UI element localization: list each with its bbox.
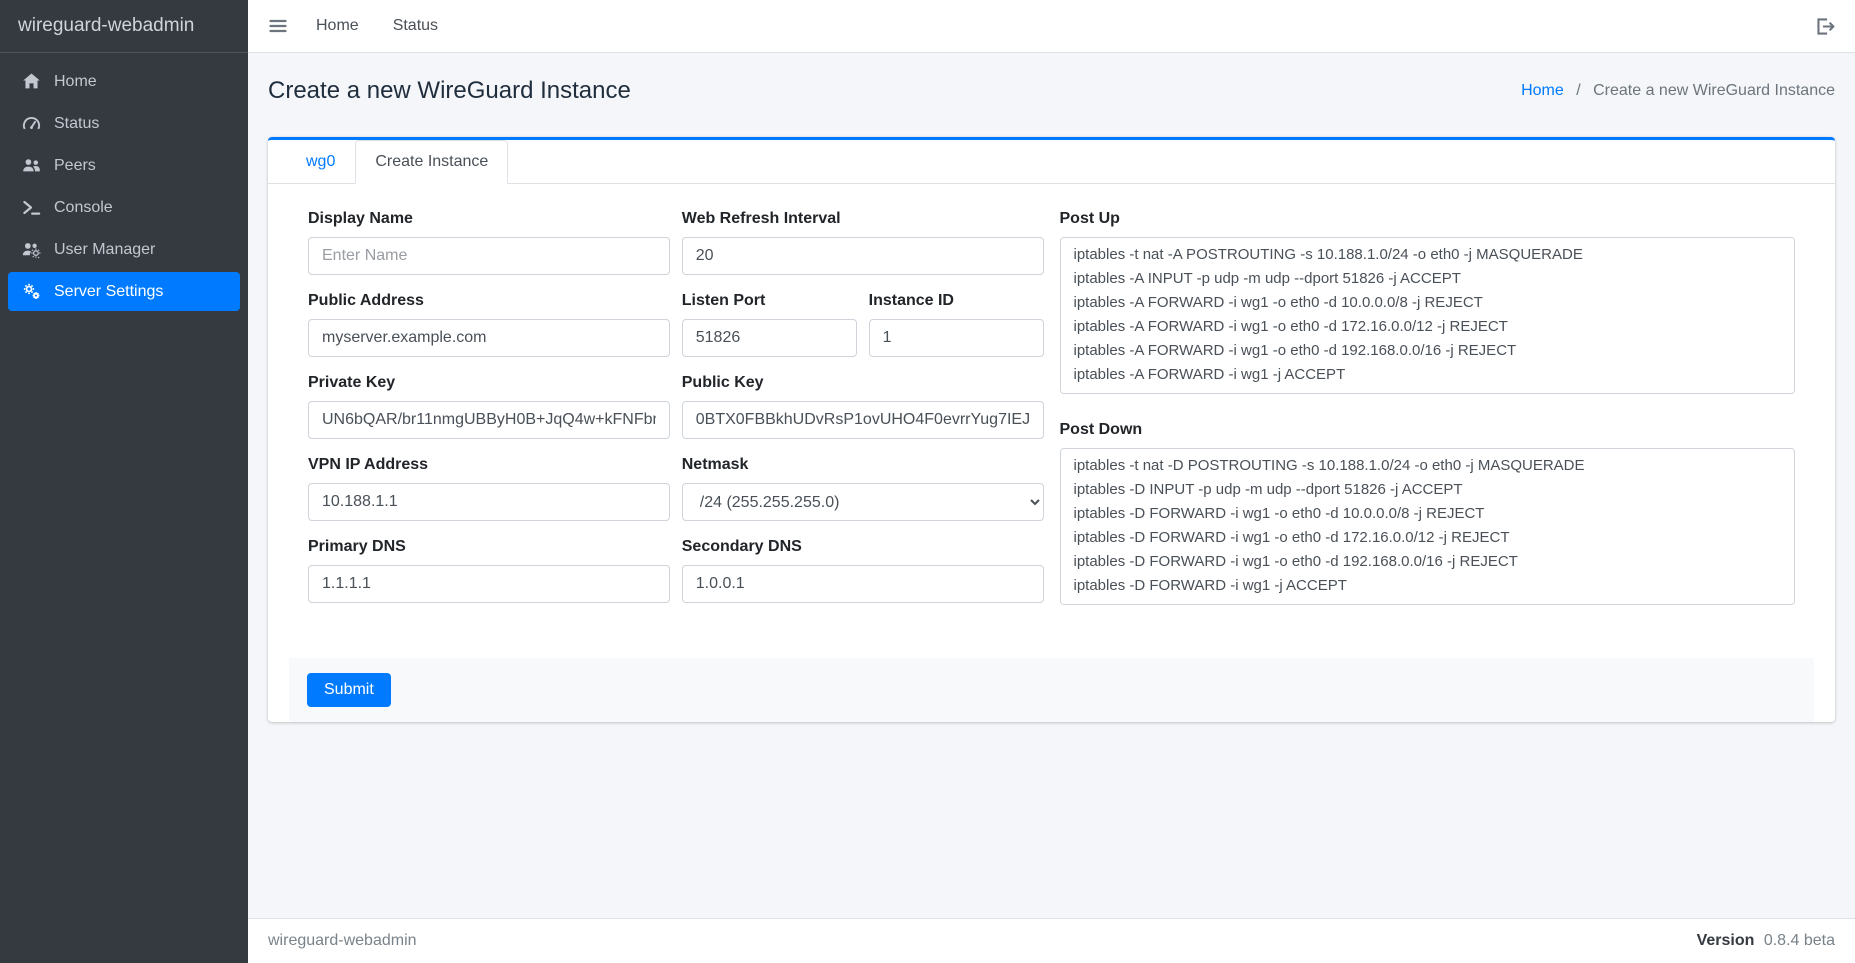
home-icon (18, 72, 44, 91)
tab-create-instance[interactable]: Create Instance (355, 140, 508, 184)
public-address-label: Public Address (308, 292, 670, 310)
private-key-label: Private Key (308, 374, 670, 392)
sidebar-item-home[interactable]: Home (8, 62, 240, 101)
instance-id-label: Instance ID (869, 292, 1044, 310)
breadcrumb-home-link[interactable]: Home (1521, 82, 1564, 99)
private-key-group: Private Key (308, 374, 670, 439)
form-right: Post Up iptables -t nat -A POSTROUTING -… (1060, 210, 1796, 632)
secondary-dns-input[interactable] (682, 565, 1044, 603)
sidebar-item-peers[interactable]: Peers (8, 146, 240, 185)
server-settings-icon (18, 282, 44, 301)
public-address-input[interactable] (308, 319, 670, 357)
vpn-ip-group: VPN IP Address (308, 456, 670, 521)
breadcrumb-separator: / (1576, 82, 1580, 99)
vpn-ip-label: VPN IP Address (308, 456, 670, 474)
listen-port-label: Listen Port (682, 292, 857, 310)
public-key-label: Public Key (682, 374, 1044, 392)
page-title: Create a new WireGuard Instance (268, 77, 631, 105)
hamburger-icon (268, 16, 288, 36)
primary-dns-label: Primary DNS (308, 538, 670, 556)
content-header: Create a new WireGuard Instance Home / C… (248, 53, 1855, 115)
footer-version-value: 0.8.4 beta (1764, 932, 1835, 949)
sign-out-icon (1814, 16, 1835, 37)
sidebar-item-label: Console (54, 199, 113, 217)
post-down-group: Post Down iptables -t nat -D POSTROUTING… (1060, 421, 1796, 610)
app-root: wireguard-webadmin Home Status Peers (0, 0, 1855, 963)
netmask-select[interactable]: /24 (255.255.255.0) (682, 483, 1044, 521)
sidebar-item-label: Status (54, 115, 99, 133)
status-icon (18, 114, 44, 133)
instance-card: wg0 Create Instance Display Name Web (268, 137, 1835, 722)
peers-icon (18, 156, 44, 175)
display-name-group: Display Name (308, 210, 670, 275)
post-down-textarea[interactable]: iptables -t nat -D POSTROUTING -s 10.188… (1060, 448, 1796, 605)
logout-button[interactable] (1814, 16, 1835, 37)
footer-app-name: wireguard-webadmin (268, 932, 417, 950)
brand-link[interactable]: wireguard-webadmin (0, 0, 248, 53)
tab-wg0[interactable]: wg0 (286, 140, 355, 184)
sidebar-item-label: Server Settings (54, 283, 163, 301)
web-refresh-input[interactable] (682, 237, 1044, 275)
breadcrumb-current: Create a new WireGuard Instance (1593, 82, 1835, 99)
sidebar-item-label: User Manager (54, 241, 155, 259)
main-column: Home Status Create a new WireGuard Insta… (248, 0, 1855, 963)
sidebar-toggle-button[interactable] (268, 16, 288, 36)
sidebar-item-user-manager[interactable]: User Manager (8, 230, 240, 269)
vpn-ip-input[interactable] (308, 483, 670, 521)
netmask-label: Netmask (682, 456, 1044, 474)
submit-button[interactable]: Submit (307, 673, 391, 707)
primary-dns-group: Primary DNS (308, 538, 670, 603)
form-footer: Submit (289, 658, 1814, 722)
public-key-input[interactable] (682, 401, 1044, 439)
content-wrapper: Create a new WireGuard Instance Home / C… (248, 53, 1855, 918)
instance-id-group: Instance ID (869, 292, 1044, 357)
post-up-label: Post Up (1060, 210, 1796, 228)
primary-dns-input[interactable] (308, 565, 670, 603)
instance-tabs: wg0 Create Instance (268, 140, 1835, 184)
top-navbar: Home Status (248, 0, 1855, 53)
web-refresh-group: Web Refresh Interval (682, 210, 1044, 275)
instance-form: Display Name Web Refresh Interval Public… (268, 184, 1835, 658)
display-name-input[interactable] (308, 237, 670, 275)
user-manager-icon (18, 240, 44, 259)
listen-port-group: Listen Port (682, 292, 857, 357)
form-left: Display Name Web Refresh Interval Public… (308, 210, 1044, 632)
web-refresh-label: Web Refresh Interval (682, 210, 1044, 228)
post-up-group: Post Up iptables -t nat -A POSTROUTING -… (1060, 210, 1796, 399)
listen-port-input[interactable] (682, 319, 857, 357)
sidebar-item-label: Peers (54, 157, 96, 175)
public-key-group: Public Key (682, 374, 1044, 439)
post-down-label: Post Down (1060, 421, 1796, 439)
public-address-group: Public Address (308, 292, 670, 357)
netmask-group: Netmask /24 (255.255.255.0) (682, 456, 1044, 521)
console-icon (18, 198, 44, 217)
secondary-dns-group: Secondary DNS (682, 538, 1044, 603)
port-instance-row: Listen Port Instance ID (682, 292, 1044, 374)
private-key-input[interactable] (308, 401, 670, 439)
secondary-dns-label: Secondary DNS (682, 538, 1044, 556)
sidebar-item-console[interactable]: Console (8, 188, 240, 227)
post-up-textarea[interactable]: iptables -t nat -A POSTROUTING -s 10.188… (1060, 237, 1796, 394)
sidebar-nav: Home Status Peers Console (0, 53, 248, 323)
breadcrumb: Home / Create a new WireGuard Instance (1521, 82, 1835, 100)
topnav-link-home[interactable]: Home (316, 17, 359, 35)
footer-version: Version 0.8.4 beta (1697, 932, 1835, 950)
page-footer: wireguard-webadmin Version 0.8.4 beta (248, 918, 1855, 963)
sidebar-item-label: Home (54, 73, 97, 91)
instance-id-input[interactable] (869, 319, 1044, 357)
sidebar: wireguard-webadmin Home Status Peers (0, 0, 248, 963)
sidebar-item-server-settings[interactable]: Server Settings (8, 272, 240, 311)
sidebar-item-status[interactable]: Status (8, 104, 240, 143)
display-name-label: Display Name (308, 210, 670, 228)
topnav-link-status[interactable]: Status (393, 17, 438, 35)
footer-version-label: Version (1697, 932, 1755, 949)
